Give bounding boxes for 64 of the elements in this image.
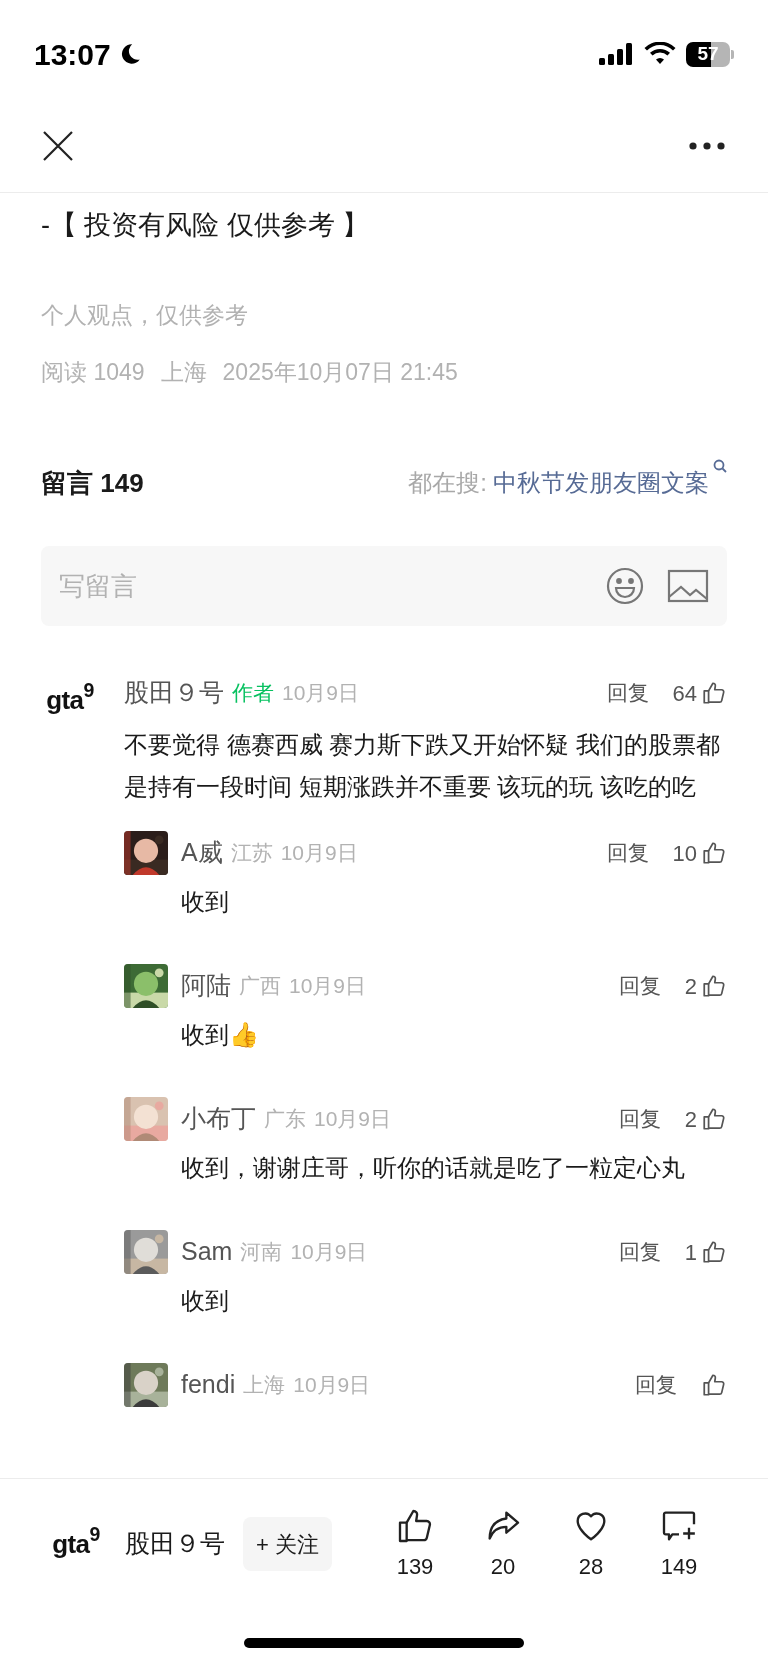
reply-text: 收到 (181, 887, 230, 917)
commenter-name[interactable]: 股田９号 (124, 674, 224, 712)
article-meta: 阅读 1049 (41, 358, 145, 387)
thumbs-up-icon[interactable] (701, 1106, 727, 1132)
commenter-name[interactable]: fendi (181, 1366, 236, 1404)
follow-button[interactable]: + 关注 (243, 1517, 332, 1571)
author-label: 作者 (232, 680, 274, 707)
thumbs-up-icon[interactable] (701, 973, 727, 999)
comment-location: 河南 (240, 1239, 283, 1266)
thumbs-up-icon[interactable] (701, 680, 727, 706)
search-icon (713, 459, 727, 473)
commenter-name[interactable]: A威 (181, 834, 223, 872)
reply-link[interactable]: 回复 (635, 1369, 677, 1401)
reply-link[interactable]: 回复 (618, 1236, 661, 1268)
comment-location: 江苏 (230, 840, 273, 867)
thumbs-up-icon[interactable] (701, 840, 727, 866)
thumbs-up-icon[interactable] (701, 1239, 727, 1265)
like-count: 2 (684, 1105, 697, 1134)
wifi-icon (644, 42, 676, 66)
comment-date: 10月9日 (282, 680, 360, 707)
comments-title: 留言 149 (41, 467, 144, 499)
close-icon[interactable] (42, 130, 74, 162)
comment-date: 10月9日 (280, 840, 358, 867)
avatar-logo: gta$^{9}$ (51, 1522, 101, 1561)
reply-text: 收到，谢谢庄哥，听你的话就是吃了一粒定心丸 (181, 1153, 686, 1183)
comment-location: 广西 (239, 973, 281, 1000)
status-time: 13:07 (34, 36, 111, 73)
action-count: 28 (578, 1552, 604, 1581)
action-count: 139 (396, 1552, 434, 1581)
like-count: 1 (684, 1238, 697, 1267)
comment-date: 10月9日 (290, 1239, 368, 1266)
commenter-name[interactable]: Sam (181, 1233, 233, 1271)
comment-date: 10月9日 (293, 1372, 371, 1399)
search-prefix: 都在搜: (408, 468, 487, 498)
emoji-icon[interactable] (605, 566, 645, 606)
reply-link[interactable]: 回复 (618, 970, 661, 1002)
reply-text: 收到 (181, 1286, 230, 1316)
action-count: 20 (490, 1552, 516, 1581)
avatar-logo: gta$^{9}$ (45, 678, 95, 717)
like-count: 2 (684, 972, 697, 1001)
comment-date: 10月9日 (289, 973, 367, 1000)
reply-link[interactable]: 回复 (606, 677, 649, 709)
reply-link[interactable]: 回复 (606, 837, 649, 869)
search-link[interactable]: 中秋节发朋友圈文案 (493, 465, 709, 501)
article-meta: 上海 (160, 358, 207, 387)
article-text: -【 投资有风险 仅供参考 】 (41, 209, 371, 242)
comment-date: 10月9日 (314, 1106, 392, 1133)
comment-text: 不要觉得 德赛西威 赛力斯下跌又开始怀疑 我们的股票都是持有一段时间 短期涨跌并不重要 该玩的玩 该吃的吃 (124, 730, 721, 802)
thumbs-up-icon[interactable] (701, 1372, 727, 1398)
image-icon[interactable] (667, 569, 709, 603)
like-count: 10 (672, 839, 697, 868)
signal-icon (598, 42, 634, 66)
action-count: 149 (660, 1552, 698, 1581)
comment-location: 广东 (264, 1106, 306, 1133)
reply-text: 收到👍 (181, 1020, 260, 1050)
account-name[interactable]: 股田９号 (125, 1525, 225, 1563)
article-meta: 2025年10月07日 21:45 (222, 358, 458, 387)
article-note: 个人观点，仅供参考 (41, 301, 249, 330)
reply-link[interactable]: 回复 (618, 1103, 661, 1135)
like-count: 64 (672, 679, 697, 708)
commenter-name[interactable]: 阿陆 (181, 967, 231, 1005)
commenter-name[interactable]: 小布丁 (181, 1100, 256, 1138)
more-icon[interactable] (688, 141, 726, 151)
comment-location: 上海 (243, 1372, 286, 1399)
